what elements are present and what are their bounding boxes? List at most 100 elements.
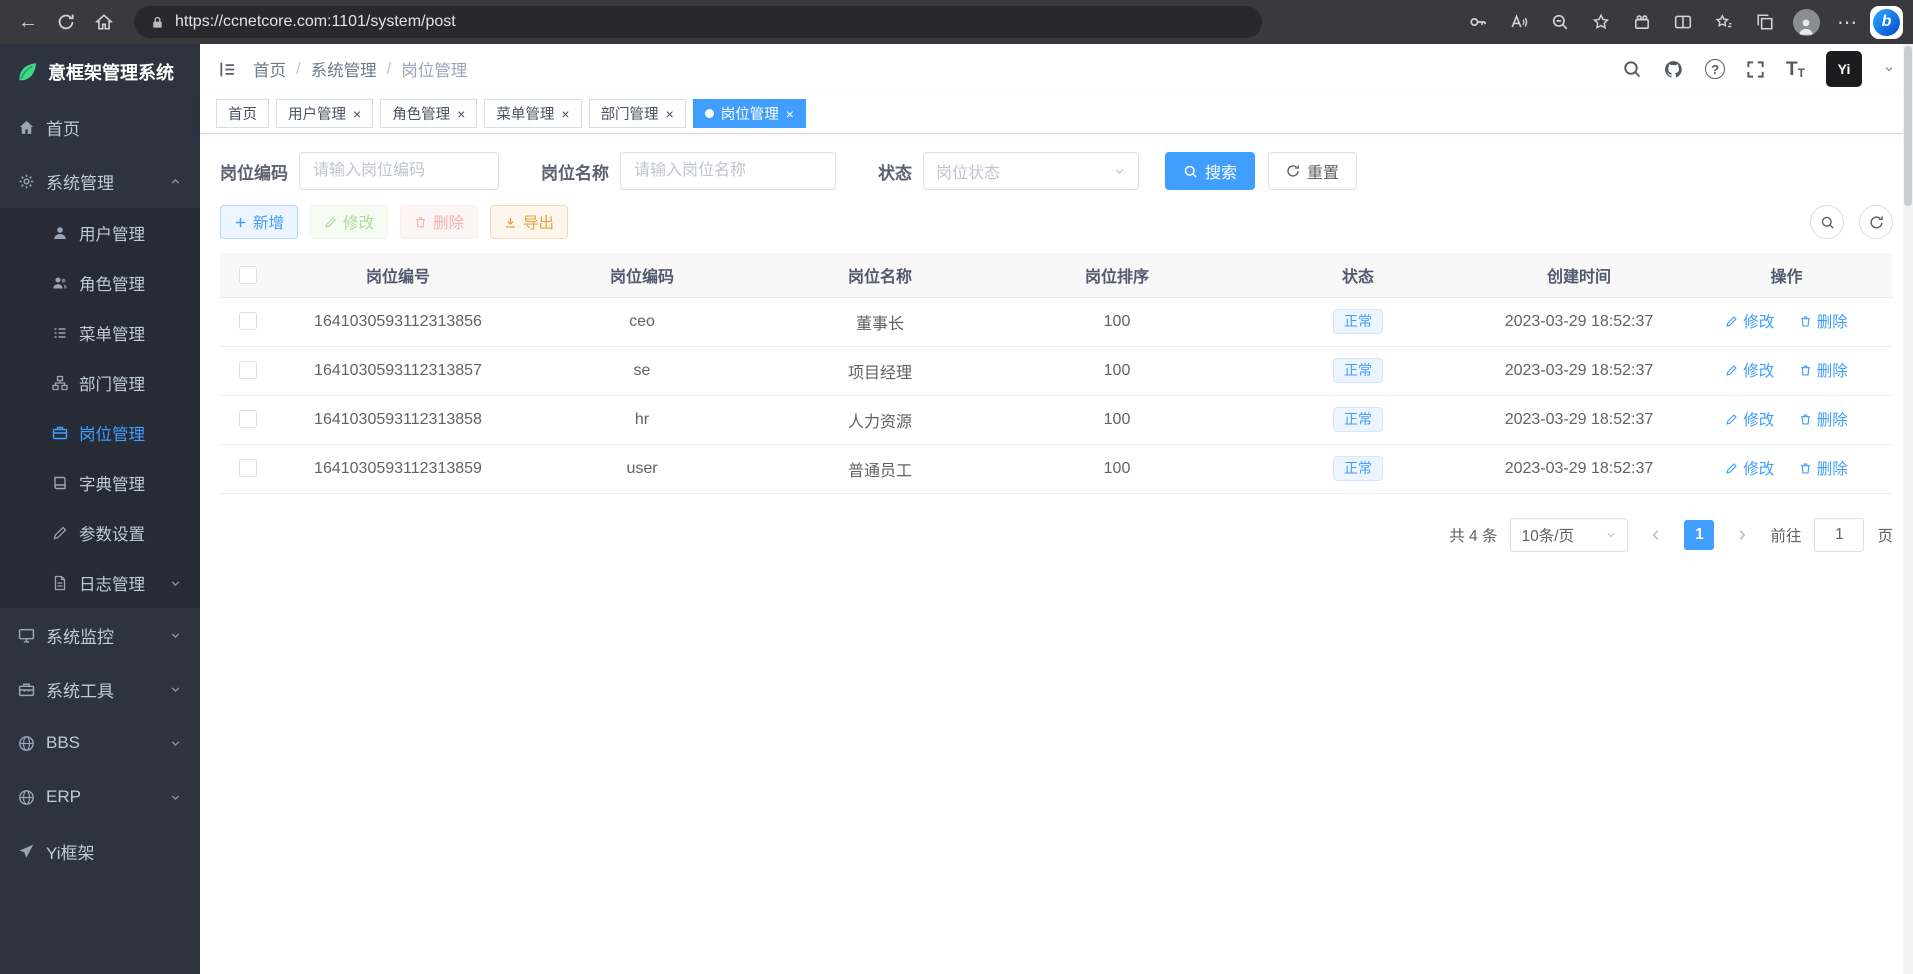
row-checkbox[interactable]: [239, 459, 257, 477]
sidebar-item-yi-framework[interactable]: Yi框架: [0, 824, 200, 878]
row-checkbox[interactable]: [239, 410, 257, 428]
globe-icon: [18, 789, 35, 806]
cell-created-time: 2023-03-29 18:52:37: [1478, 346, 1680, 395]
browser-profile-button[interactable]: [1788, 4, 1824, 40]
export-button[interactable]: 导出: [490, 205, 568, 239]
sidebar-item-menu-mgmt[interactable]: 菜单管理: [0, 308, 200, 358]
sidebar-item-system-tools[interactable]: 系统工具: [0, 662, 200, 716]
sidebar-item-label: 首页: [46, 115, 80, 140]
chevron-up-icon: [169, 175, 182, 188]
github-icon[interactable]: [1663, 59, 1684, 80]
reset-button[interactable]: 重置: [1268, 152, 1357, 190]
copilot-button[interactable]: b: [1870, 6, 1903, 39]
user-avatar[interactable]: Yi: [1826, 51, 1862, 87]
sidebar-item-dict-mgmt[interactable]: 字典管理: [0, 458, 200, 508]
post-name-input[interactable]: [620, 152, 836, 190]
plus-icon: [234, 216, 247, 229]
menu-list-icon: [52, 325, 68, 341]
sidebar-item-bbs[interactable]: BBS: [0, 716, 200, 770]
row-delete-link[interactable]: 删除: [1799, 457, 1848, 479]
show-search-toggle-button[interactable]: [1810, 205, 1844, 239]
password-key-button[interactable]: [1460, 4, 1496, 40]
row-edit-link[interactable]: 修改: [1725, 408, 1774, 430]
sidebar-item-dept-mgmt[interactable]: 部门管理: [0, 358, 200, 408]
next-page-button[interactable]: [1727, 520, 1757, 550]
tab-post-mgmt[interactable]: 岗位管理×: [693, 99, 806, 128]
row-checkbox[interactable]: [239, 312, 257, 330]
browser-back-button[interactable]: ←: [10, 4, 46, 40]
row-edit-link[interactable]: 修改: [1725, 359, 1774, 381]
page-size-select[interactable]: 10条/页: [1510, 518, 1628, 552]
browser-refresh-button[interactable]: [48, 4, 84, 40]
row-delete-link[interactable]: 删除: [1799, 359, 1848, 381]
tab-role-mgmt[interactable]: 角色管理×: [380, 99, 477, 128]
sidebar-item-log-mgmt[interactable]: 日志管理: [0, 558, 200, 608]
extensions-button[interactable]: [1624, 4, 1660, 40]
sidebar-item-post-mgmt[interactable]: 岗位管理: [0, 408, 200, 458]
favorites-button[interactable]: [1706, 4, 1742, 40]
tab-user-mgmt[interactable]: 用户管理×: [276, 99, 373, 128]
post-code-input[interactable]: [299, 152, 499, 190]
zoom-button[interactable]: [1542, 4, 1578, 40]
goto-page-input[interactable]: [1814, 518, 1864, 552]
app-window: 意框架管理系统 首页 系统管理 用户管理 角色管理: [0, 44, 1913, 974]
avatar-caret-icon[interactable]: [1883, 63, 1895, 75]
sidebar-item-role-mgmt[interactable]: 角色管理: [0, 258, 200, 308]
zoom-out-icon: [1551, 13, 1569, 31]
tab-close-icon[interactable]: ×: [561, 107, 569, 121]
browser-more-button[interactable]: ⋯: [1829, 4, 1865, 40]
tab-home[interactable]: 首页: [216, 99, 269, 128]
tab-close-icon[interactable]: ×: [666, 107, 674, 121]
add-button[interactable]: 新增: [220, 205, 298, 239]
row-checkbox[interactable]: [239, 361, 257, 379]
prev-page-button[interactable]: [1641, 520, 1671, 550]
breadcrumb-item-system-mgmt[interactable]: 系统管理: [311, 57, 377, 81]
tab-dept-mgmt[interactable]: 部门管理×: [589, 99, 686, 128]
header-search-icon[interactable]: [1622, 59, 1642, 79]
row-delete-link[interactable]: 删除: [1799, 310, 1848, 332]
tab-menu-mgmt[interactable]: 菜单管理×: [484, 99, 581, 128]
chevron-down-icon: [169, 683, 182, 696]
tab-close-icon[interactable]: ×: [353, 107, 361, 121]
font-size-icon[interactable]: TT: [1786, 60, 1805, 79]
main-panel: 首页 / 系统管理 / 岗位管理 ? TT Yi 首页 用户管理× 角色管理× …: [200, 44, 1913, 974]
edit-icon: [1725, 364, 1738, 377]
collections-button[interactable]: [1747, 4, 1783, 40]
help-icon[interactable]: ?: [1705, 59, 1725, 79]
goto-label: 前往: [1770, 524, 1801, 546]
cell-created-time: 2023-03-29 18:52:37: [1478, 297, 1680, 346]
sidebar-item-param-settings[interactable]: 参数设置: [0, 508, 200, 558]
table-row: 1641030593112313858 hr 人力资源 100 正常 2023-…: [220, 395, 1893, 444]
address-bar[interactable]: https://ccnetcore.com:1101/system/post: [134, 6, 1262, 38]
breadcrumb-item-home[interactable]: 首页: [253, 57, 286, 81]
tab-close-icon[interactable]: ×: [786, 107, 794, 121]
search-button[interactable]: 搜索: [1165, 152, 1255, 190]
scrollbar-thumb[interactable]: [1904, 46, 1912, 206]
sidebar-item-user-mgmt[interactable]: 用户管理: [0, 208, 200, 258]
add-favorite-button[interactable]: [1583, 4, 1619, 40]
row-delete-link[interactable]: 删除: [1799, 408, 1848, 430]
sidebar-item-erp[interactable]: ERP: [0, 770, 200, 824]
refresh-icon: [1286, 164, 1300, 178]
select-all-checkbox[interactable]: [239, 266, 257, 284]
edit-button[interactable]: 修改: [310, 205, 388, 239]
delete-button[interactable]: 删除: [400, 205, 478, 239]
status-select[interactable]: 岗位状态: [923, 152, 1139, 190]
browser-home-button[interactable]: [86, 4, 122, 40]
row-edit-link[interactable]: 修改: [1725, 310, 1774, 332]
refresh-table-button[interactable]: [1859, 205, 1893, 239]
row-edit-link[interactable]: 修改: [1725, 457, 1774, 479]
read-aloud-button[interactable]: [1501, 4, 1537, 40]
fullscreen-icon[interactable]: [1746, 60, 1765, 79]
tab-close-icon[interactable]: ×: [457, 107, 465, 121]
page-number-1[interactable]: 1: [1684, 520, 1714, 550]
sidebar-item-label: ERP: [46, 787, 81, 807]
split-screen-button[interactable]: [1665, 4, 1701, 40]
trash-icon: [414, 216, 427, 229]
sidebar-fold-icon[interactable]: [218, 60, 237, 79]
refresh-icon: [1869, 215, 1884, 230]
browser-scrollbar[interactable]: [1903, 44, 1913, 974]
sidebar-item-system-monitor[interactable]: 系统监控: [0, 608, 200, 662]
sidebar-item-system-mgmt[interactable]: 系统管理: [0, 154, 200, 208]
sidebar-item-home[interactable]: 首页: [0, 100, 200, 154]
